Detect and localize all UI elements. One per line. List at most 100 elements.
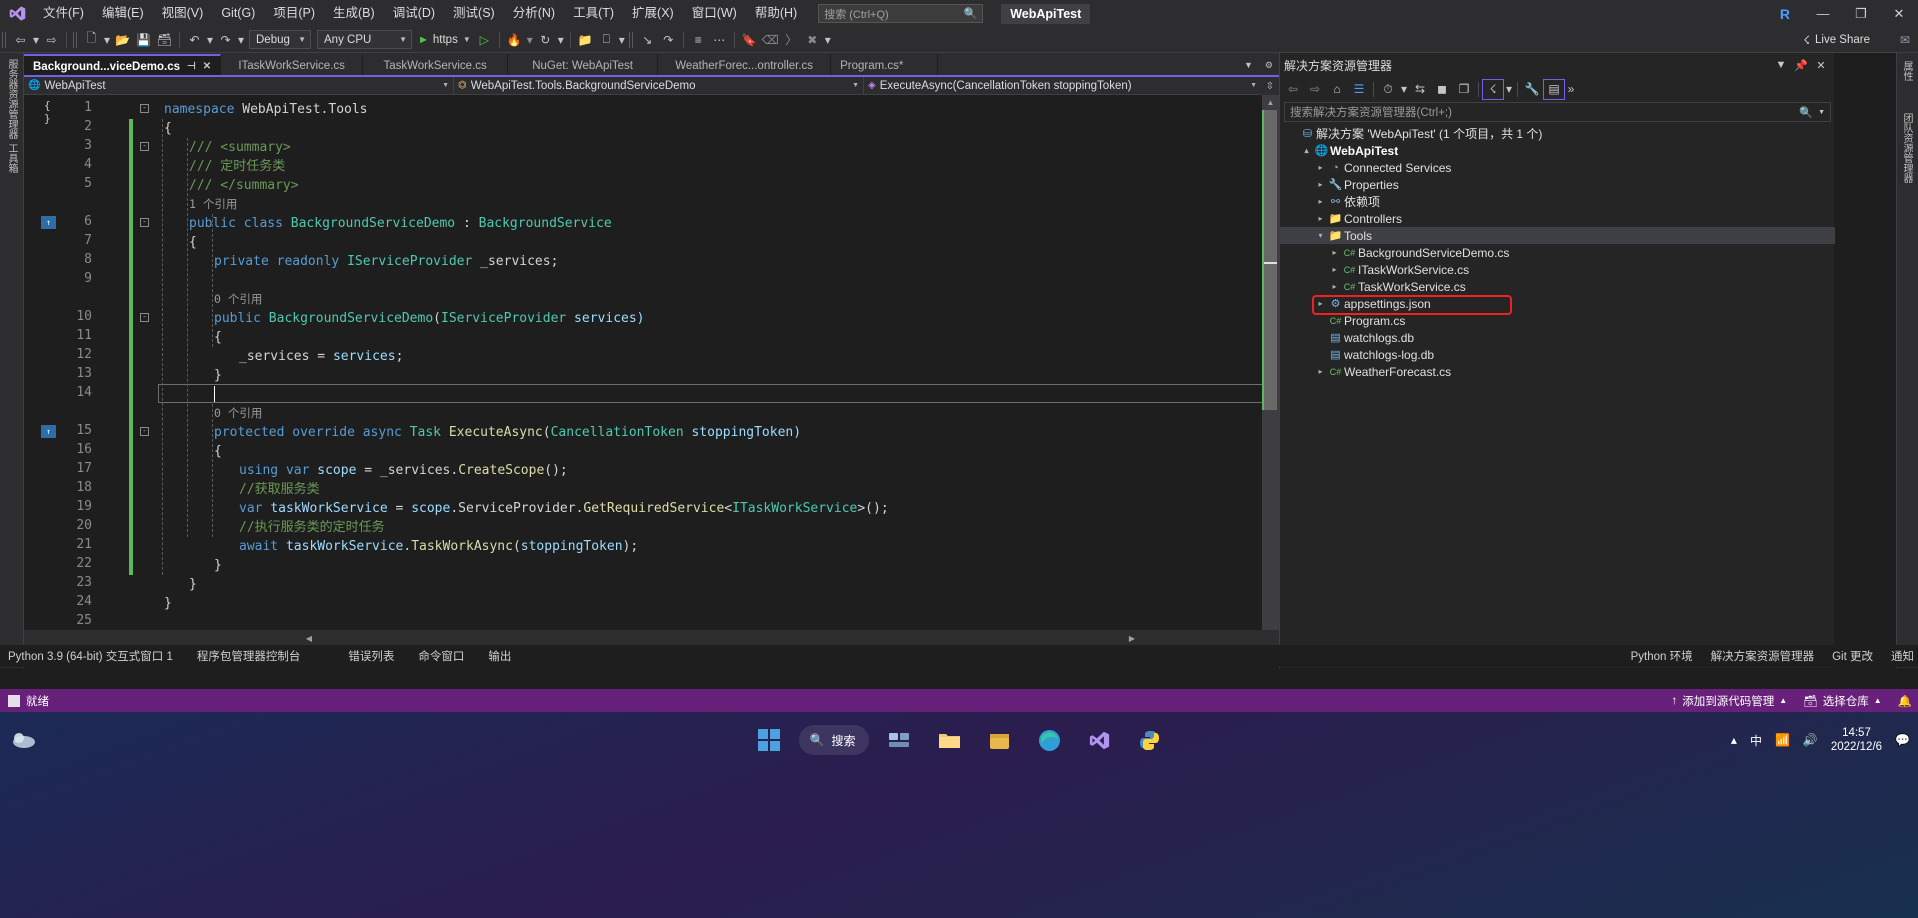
navigate-back-icon[interactable]: ⇦: [10, 29, 31, 50]
add-to-source-control[interactable]: ↑ 添加到源代码管理 ▲: [1671, 693, 1787, 709]
microsoft-store-icon[interactable]: [979, 720, 1019, 760]
tree-item-tools[interactable]: ▾ 📁 Tools: [1280, 227, 1835, 244]
step-into-icon[interactable]: ↘: [637, 29, 658, 50]
code-line[interactable]: /// <summary>: [189, 138, 291, 157]
scrollbar-thumb[interactable]: [1264, 110, 1277, 410]
notification-center-icon[interactable]: 💬: [1895, 733, 1910, 747]
se-overflow-icon[interactable]: »: [1565, 79, 1577, 100]
code-line[interactable]: await taskWorkService.TaskWorkAsync(stop…: [239, 537, 638, 556]
error-list-tab[interactable]: 错误列表: [336, 648, 406, 664]
refresh-dropdown-icon[interactable]: ▾: [556, 29, 566, 50]
tree-item-properties[interactable]: ▸ 🔧 Properties: [1280, 176, 1835, 193]
code-line[interactable]: protected override async Task ExecuteAsy…: [214, 423, 801, 442]
tab-program[interactable]: Program.cs*: [831, 54, 939, 77]
tab-settings-gear-icon[interactable]: ⚙: [1259, 60, 1279, 71]
tree-twisty-icon[interactable]: ▸: [1314, 367, 1327, 376]
codelens-reference[interactable]: 1 个引用: [189, 195, 237, 214]
nav-project-select[interactable]: 🌐 WebApiTest ▼: [24, 76, 454, 95]
feedback-icon[interactable]: ✉: [1900, 27, 1910, 53]
code-line[interactable]: private readonly IServiceProvider _servi…: [214, 252, 558, 271]
nav-type-select[interactable]: ⏣ WebApiTest.Tools.BackgroundServiceDemo…: [454, 76, 864, 95]
nav-back-icon[interactable]: ⇦: [1282, 79, 1304, 100]
menu-build[interactable]: 生成(B): [324, 0, 384, 27]
collapse-all-icon[interactable]: ◼: [1431, 79, 1453, 100]
toolbar-grip-3[interactable]: [628, 31, 635, 48]
glyph-margin[interactable]: ↑ ↑ { }: [24, 95, 58, 650]
code-line[interactable]: /// </summary>: [189, 176, 299, 195]
code-line[interactable]: //执行服务类的定时任务: [239, 518, 385, 537]
back-dropdown-icon[interactable]: ▾: [31, 29, 41, 50]
code-line[interactable]: /// 定时任务类: [189, 157, 285, 176]
inheritance-class-glyph-icon[interactable]: ↑: [41, 216, 56, 229]
menu-git[interactable]: Git(G): [212, 0, 264, 27]
show-all-files-icon[interactable]: ❐: [1453, 79, 1475, 100]
code-line[interactable]: var taskWorkService = scope.ServiceProvi…: [239, 499, 889, 518]
undo-icon[interactable]: ↶: [184, 29, 205, 50]
tree-item-program-cs[interactable]: C# Program.cs: [1280, 312, 1835, 329]
redo-dropdown-icon[interactable]: ▾: [236, 29, 246, 50]
code-line[interactable]: }: [214, 366, 222, 385]
tree-twisty-icon[interactable]: ▸: [1314, 163, 1327, 172]
footer-tab-solution-explorer[interactable]: 解决方案资源管理器: [1711, 648, 1815, 664]
code-line[interactable]: }: [214, 556, 222, 575]
volume-icon[interactable]: 🔊: [1803, 733, 1818, 747]
tree-item-controllers[interactable]: ▸ 📁 Controllers: [1280, 210, 1835, 227]
redo-icon[interactable]: ↷: [215, 29, 236, 50]
python-env-tab[interactable]: Python 3.9 (64-bit) 交互式窗口 1: [0, 648, 185, 664]
tree-twisty-icon[interactable]: ▸: [1314, 180, 1327, 189]
rail-properties[interactable]: 属性: [1899, 61, 1914, 81]
rail-toolbox[interactable]: 工具箱: [4, 143, 19, 173]
python-idle-icon[interactable]: [1129, 720, 1169, 760]
editor-vertical-scrollbar[interactable]: ▲ ▼: [1262, 95, 1279, 650]
tree-item-watchlogs-db[interactable]: ▤ watchlogs.db: [1280, 329, 1835, 346]
tree-twisty-icon[interactable]: ▸: [1328, 265, 1341, 274]
fold-toggle-icon[interactable]: -: [140, 313, 149, 322]
tree-twisty-icon[interactable]: ▸: [1314, 197, 1327, 206]
select-repository[interactable]: 🗃 选择仓库 ▲: [1803, 693, 1882, 709]
tray-overflow-icon[interactable]: ▴: [1731, 733, 1737, 747]
step-over-icon[interactable]: ↷: [658, 29, 679, 50]
run-dropdown-icon[interactable]: ▼: [463, 35, 471, 44]
code-line[interactable]: }: [189, 575, 197, 594]
code-line[interactable]: public BackgroundServiceDemo(IServicePro…: [214, 309, 645, 328]
undo-dropdown-icon[interactable]: ▾: [205, 29, 215, 50]
code-line[interactable]: //获取服务类: [239, 480, 320, 499]
menu-view[interactable]: 视图(V): [153, 0, 213, 27]
tree-item-taskworkservice-cs[interactable]: ▸ C# TaskWorkService.cs: [1280, 278, 1835, 295]
fold-toggle-icon[interactable]: -: [140, 142, 149, 151]
menu-help[interactable]: 帮助(H): [746, 0, 806, 27]
preview-pane-icon[interactable]: ▤: [1543, 78, 1565, 100]
scroll-left-icon[interactable]: ◀: [302, 630, 316, 646]
menu-file[interactable]: 文件(F): [34, 0, 93, 27]
menu-test[interactable]: 测试(S): [444, 0, 504, 27]
close-button[interactable]: ✕: [1880, 0, 1918, 27]
tree-twisty-icon[interactable]: ▸: [1328, 248, 1341, 257]
task-view-icon[interactable]: [879, 720, 919, 760]
menu-debug[interactable]: 调试(D): [384, 0, 444, 27]
tab-itaskworkservice[interactable]: ITaskWorkService.cs: [221, 54, 364, 77]
account-avatar[interactable]: R: [1766, 6, 1804, 22]
comment-icon[interactable]: ⋯: [709, 29, 730, 50]
fold-toggle-icon[interactable]: -: [140, 218, 149, 227]
start-debug-button[interactable]: ► https ▼: [415, 34, 474, 46]
code-line[interactable]: {: [214, 442, 222, 461]
refresh-icon[interactable]: ↻: [535, 29, 556, 50]
close-icon[interactable]: ✕: [203, 61, 211, 72]
document-outline-icon[interactable]: { }: [44, 99, 58, 125]
solution-platform-select[interactable]: Any CPU ▼: [317, 30, 412, 49]
tab-background-service-demo[interactable]: Background...viceDemo.cs ⊣ ✕: [24, 54, 222, 77]
save-icon[interactable]: 💾: [133, 29, 154, 50]
package-manager-console-tab[interactable]: 程序包管理器控制台: [185, 648, 313, 664]
hot-reload-icon[interactable]: 🔥: [504, 29, 525, 50]
solution-explorer-search-input[interactable]: 搜索解决方案资源管理器(Ctrl+;) 🔍 ▼: [1284, 102, 1831, 122]
start-without-debug-icon[interactable]: ▷: [474, 29, 495, 50]
clear-bookmarks-icon[interactable]: ✖: [802, 29, 823, 50]
minimize-button[interactable]: —: [1804, 0, 1842, 27]
menu-window[interactable]: 窗口(W): [683, 0, 746, 27]
file-explorer-icon[interactable]: [929, 720, 969, 760]
menu-analyze[interactable]: 分析(N): [504, 0, 564, 27]
menu-extensions[interactable]: 扩展(X): [623, 0, 683, 27]
tree-twisty-icon[interactable]: ▸: [1314, 214, 1327, 223]
history-icon[interactable]: ⏱: [1377, 79, 1399, 100]
scroll-up-icon[interactable]: ▲: [1262, 95, 1279, 110]
